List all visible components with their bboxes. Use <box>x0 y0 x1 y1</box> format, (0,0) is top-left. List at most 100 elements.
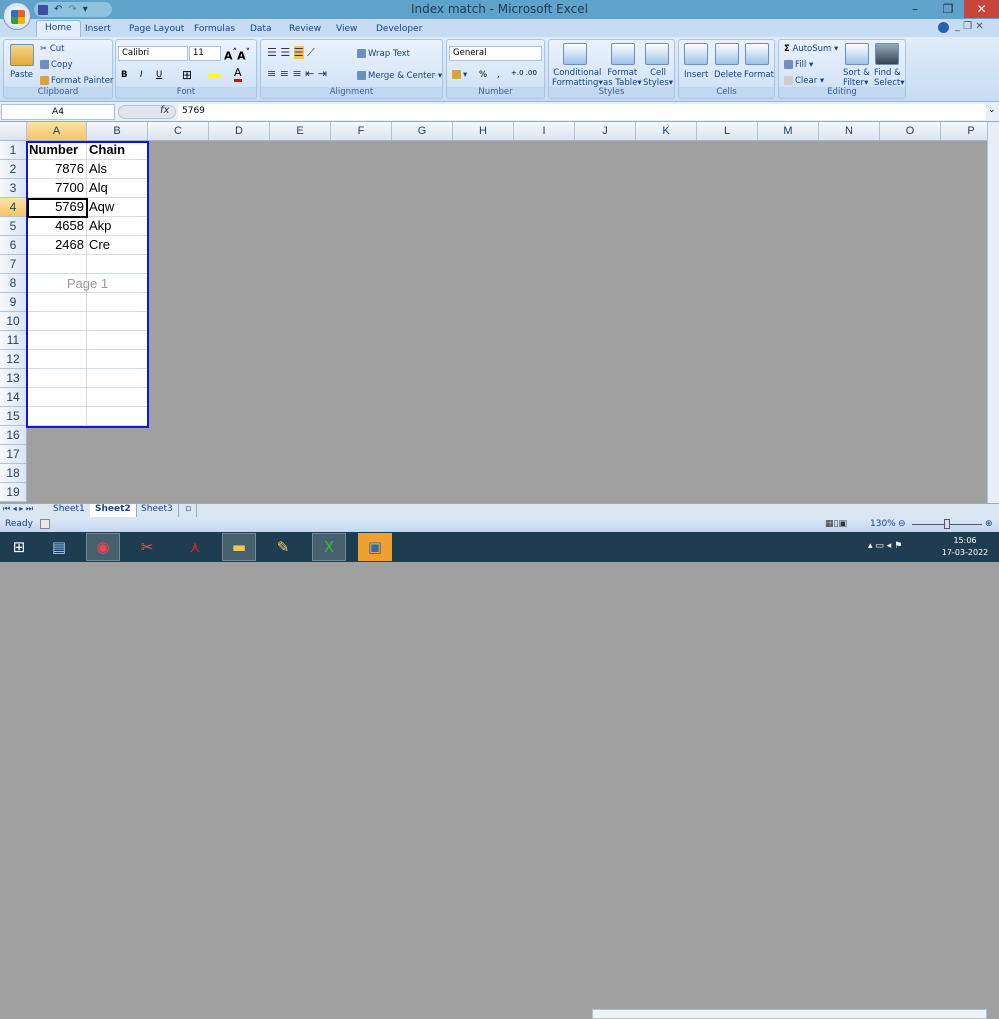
calculator-icon[interactable]: ▤ <box>42 533 76 561</box>
expand-formula-bar-icon[interactable]: ⌄ <box>988 105 996 115</box>
row-header-4[interactable]: 4 <box>0 198 27 217</box>
cell-a15[interactable] <box>27 407 87 426</box>
column-header-k[interactable]: K <box>636 122 697 141</box>
zoom-level[interactable]: 130% <box>870 519 896 529</box>
merge-center-button[interactable]: Merge & Center ▾ <box>357 71 442 81</box>
tab-developer[interactable]: Developer <box>368 22 430 38</box>
decimal-buttons[interactable]: +.0 .00 <box>511 69 537 77</box>
chrome-icon[interactable]: ◉ <box>86 533 120 561</box>
row-header-16[interactable]: 16 <box>0 426 27 445</box>
zoom-in-button[interactable]: ⊕ <box>985 519 993 529</box>
zoom-out-button[interactable]: ⊖ <box>898 519 906 529</box>
tab-data[interactable]: Data <box>242 22 280 38</box>
row-header-7[interactable]: 7 <box>0 255 27 274</box>
cell-a13[interactable] <box>27 369 87 388</box>
font-color-icon[interactable]: A <box>234 66 242 82</box>
cell-b3[interactable]: Alq <box>87 179 148 198</box>
wrap-text-button[interactable]: Wrap Text <box>357 49 410 59</box>
excel-taskbar-icon[interactable]: X <box>312 533 346 561</box>
cut-button[interactable]: ✂ Cut <box>40 44 64 54</box>
row-header-6[interactable]: 6 <box>0 236 27 255</box>
row-header-13[interactable]: 13 <box>0 369 27 388</box>
insert-sheet-icon[interactable]: ▫ <box>180 504 198 517</box>
row-header-19[interactable]: 19 <box>0 483 27 502</box>
cell-a6[interactable]: 2468 <box>27 236 87 255</box>
tray-icons[interactable]: ▴ ▭ ◂ ⚑ <box>868 541 902 551</box>
cell-b10[interactable] <box>87 312 148 331</box>
select-all-button[interactable] <box>0 122 27 141</box>
row-header-11[interactable]: 11 <box>0 331 27 350</box>
cell-b9[interactable] <box>87 293 148 312</box>
save-icon[interactable] <box>38 4 48 15</box>
row-header-10[interactable]: 10 <box>0 312 27 331</box>
cell-b12[interactable] <box>87 350 148 369</box>
row-header-18[interactable]: 18 <box>0 464 27 483</box>
column-header-c[interactable]: C <box>148 122 209 141</box>
number-format-select[interactable]: General <box>449 46 542 61</box>
cell-b1[interactable]: Chain <box>87 141 148 160</box>
sheet-tab-sheet1[interactable]: Sheet1 <box>48 504 91 517</box>
column-header-p[interactable]: P <box>941 122 987 141</box>
cell-b7[interactable] <box>87 255 148 274</box>
cell-b5[interactable]: Akp <box>87 217 148 236</box>
cell-b6[interactable]: Cre <box>87 236 148 255</box>
borders-icon[interactable]: ⊞ <box>182 68 192 82</box>
cell-a2[interactable]: 7876 <box>27 160 87 179</box>
cell-b15[interactable] <box>87 407 148 426</box>
column-header-l[interactable]: L <box>697 122 758 141</box>
font-name-select[interactable]: Calibri <box>118 46 188 61</box>
vertical-scrollbar[interactable] <box>987 122 999 503</box>
bold-button[interactable]: B <box>121 70 127 80</box>
currency-button[interactable]: ▾ <box>452 70 467 80</box>
percent-button[interactable]: % <box>479 70 487 80</box>
column-header-i[interactable]: I <box>514 122 575 141</box>
autosum-button[interactable]: Σ AutoSum ▾ <box>784 44 838 54</box>
tab-insert[interactable]: Insert <box>77 22 119 38</box>
row-header-8[interactable]: 8 <box>0 274 27 293</box>
font-size-select[interactable]: 11 <box>189 46 221 61</box>
column-header-e[interactable]: E <box>270 122 331 141</box>
cell-a14[interactable] <box>27 388 87 407</box>
cell-b13[interactable] <box>87 369 148 388</box>
cell-a7[interactable] <box>27 255 87 274</box>
insert-function-button[interactable]: fx <box>160 105 169 116</box>
row-header-14[interactable]: 14 <box>0 388 27 407</box>
comma-button[interactable]: , <box>497 70 500 80</box>
italic-button[interactable]: I <box>140 70 143 80</box>
format-as-table-button[interactable]: Format as Table▾ <box>603 68 642 88</box>
horizontal-align-buttons[interactable]: ≡ ≡ ≡ ⇤ ⇥ <box>267 67 327 80</box>
workbook-minimize-button[interactable]: _ ❐ ✕ <box>955 21 984 32</box>
row-header-15[interactable]: 15 <box>0 407 27 426</box>
find-select-button[interactable]: Find & Select▾ <box>874 68 905 88</box>
format-button[interactable]: Format <box>744 70 774 80</box>
column-header-h[interactable]: H <box>453 122 514 141</box>
fill-button[interactable]: Fill ▾ <box>784 60 813 70</box>
column-header-a[interactable]: A <box>27 122 87 141</box>
row-header-12[interactable]: 12 <box>0 350 27 369</box>
cell-a10[interactable] <box>27 312 87 331</box>
column-header-m[interactable]: M <box>758 122 819 141</box>
clear-button[interactable]: Clear ▾ <box>784 76 824 86</box>
column-header-g[interactable]: G <box>392 122 453 141</box>
row-header-1[interactable]: 1 <box>0 141 27 160</box>
tab-review[interactable]: Review <box>281 22 329 38</box>
cell-a1[interactable]: Number <box>27 141 87 160</box>
office-button[interactable] <box>3 2 31 30</box>
cell-a11[interactable] <box>27 331 87 350</box>
sheet-tab-sheet3[interactable]: Sheet3 <box>136 504 179 517</box>
tab-page-layout[interactable]: Page Layout <box>121 22 192 38</box>
insert-button[interactable]: Insert <box>684 70 708 80</box>
cell-b14[interactable] <box>87 388 148 407</box>
horizontal-scrollbar[interactable] <box>592 1009 987 1019</box>
tab-formulas[interactable]: Formulas <box>186 22 243 38</box>
redo-icon[interactable]: ↷ <box>68 4 76 15</box>
cell-b11[interactable] <box>87 331 148 350</box>
paste-button[interactable]: Paste <box>10 70 33 80</box>
macro-record-icon[interactable] <box>40 519 50 529</box>
copy-button[interactable]: Copy <box>40 60 73 70</box>
worksheet-grid[interactable]: A B C D E F G H I J K L M N O P 1 Number Chain 2 7876 Als 3 770… <box>0 122 987 503</box>
row-header-17[interactable]: 17 <box>0 445 27 464</box>
column-header-n[interactable]: N <box>819 122 880 141</box>
help-icon[interactable] <box>938 22 949 33</box>
cell-a5[interactable]: 4658 <box>27 217 87 236</box>
